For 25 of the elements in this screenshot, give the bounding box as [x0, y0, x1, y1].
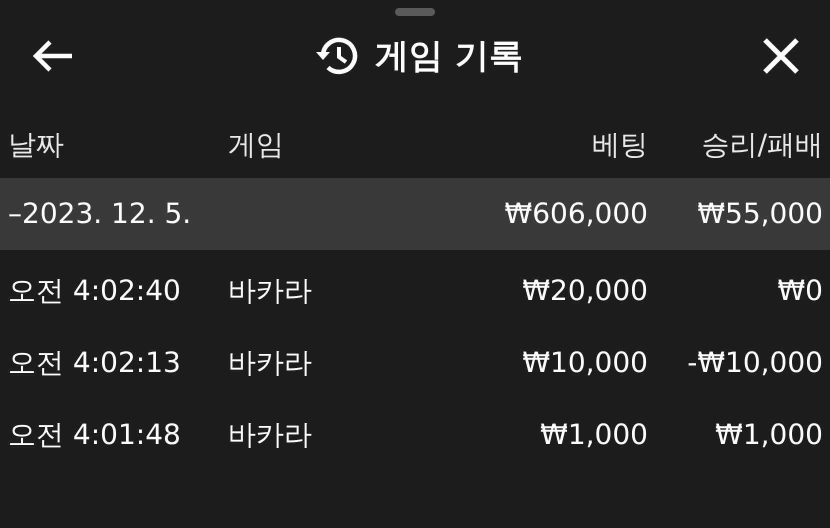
column-header[interactable]: 게임 — [228, 124, 428, 166]
result-cell-text: ₩0 — [778, 273, 823, 309]
column-header[interactable]: 베팅 — [592, 124, 648, 166]
column-header[interactable]: 승리/패배 — [702, 124, 823, 166]
bet-cell-text: ₩10,000 — [522, 345, 648, 381]
dialog-title: 게임 기록 — [375, 34, 523, 78]
close-icon — [762, 37, 800, 75]
result-total: ₩55,000 — [697, 196, 823, 232]
history-icon — [313, 35, 360, 77]
drag-handle[interactable] — [395, 8, 435, 16]
game-cell-text: 바카라 — [228, 273, 313, 309]
bet-cell-text: ₩20,000 — [522, 273, 648, 309]
date-label: –2023. 12. 5. — [8, 196, 192, 232]
result-cell-text: -₩10,000 — [687, 345, 823, 381]
time-cell-text: 오전 4:02:13 — [8, 345, 182, 381]
back-arrow-icon — [30, 38, 74, 74]
time-cell-text: 오전 4:01:48 — [8, 417, 182, 453]
bet-total: ₩606,000 — [504, 196, 648, 232]
game-cell-text: 바카라 — [228, 345, 313, 381]
game-cell-text: 바카라 — [228, 417, 313, 453]
column-header[interactable]: 날짜 — [8, 124, 228, 166]
time-cell-text: 오전 4:02:40 — [8, 273, 182, 309]
bet-cell-text: ₩1,000 — [540, 417, 648, 453]
date-group-row[interactable]: –2023. 12. 5. ₩606,000 ₩55,000 — [0, 178, 830, 250]
result-cell-text: ₩1,000 — [715, 417, 823, 453]
